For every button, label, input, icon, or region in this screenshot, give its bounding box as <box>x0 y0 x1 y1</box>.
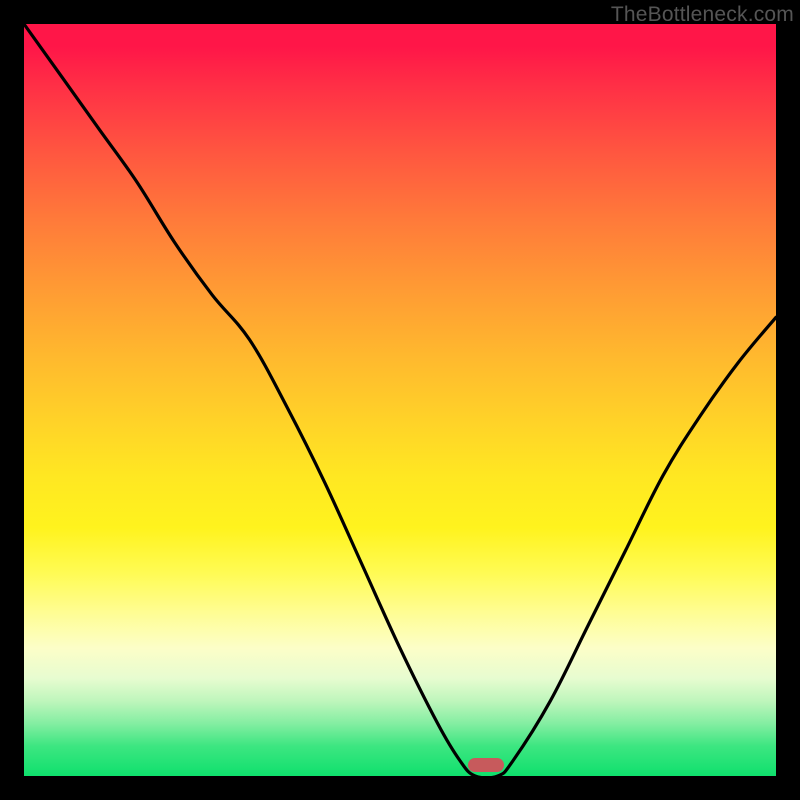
chart-plot-area <box>24 24 776 776</box>
optimal-marker <box>468 758 504 772</box>
bottleneck-curve <box>24 24 776 776</box>
chart-frame: TheBottleneck.com <box>0 0 800 800</box>
curve-path <box>24 24 776 778</box>
